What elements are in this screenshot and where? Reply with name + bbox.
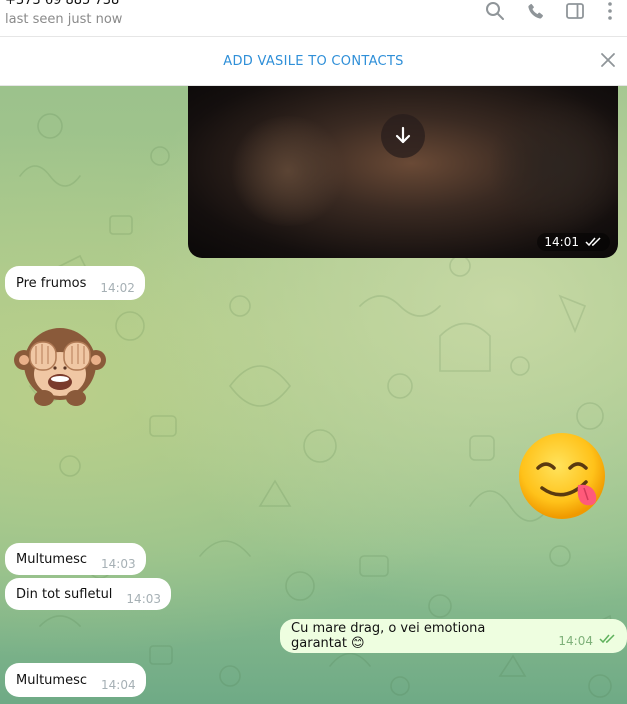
message-time: 14:03 [101,557,136,571]
media-time: 14:01 [544,235,579,249]
double-check-icon [599,633,617,649]
message-time: 14:03 [126,592,162,606]
more-vertical-icon[interactable] [599,0,621,22]
contact-status: last seen just now [5,12,123,27]
double-check-icon [585,237,601,247]
message-time: 14:02 [100,281,135,295]
media-blur [228,116,348,226]
message-text: Din tot sufletul [16,586,113,602]
message-bubble-in[interactable]: Multumesc 14:04 [5,663,146,697]
face-savoring-food-sticker[interactable] [518,430,610,526]
see-no-evil-monkey-sticker[interactable] [14,316,106,412]
message-text: Multumesc [16,551,87,567]
message-text: Cu mare drag, o vei emotiona garantat 😊 [291,621,486,651]
message-bubble-in[interactable]: Pre frumos 14:02 [5,266,145,300]
add-contact-bar: ADD VASILE TO CONTACTS [0,37,627,86]
message-time: 14:04 [101,678,136,692]
message-bubble-in[interactable]: Multumesc 14:03 [5,543,146,575]
arrow-down-icon [395,126,411,144]
message-bubble-in[interactable]: Din tot sufletul 14:03 [5,578,172,610]
close-icon[interactable] [599,51,617,69]
chat-header: +373 69 885 738 last seen just now [0,0,627,37]
chat-area[interactable]: 14:01 Pre frumos 14:02 Multumesc 14:03 D… [0,86,627,704]
message-text: Pre frumos [16,275,87,291]
contact-name[interactable]: +373 69 885 738 [5,0,119,8]
media-timestamp: 14:01 [537,233,610,251]
media-blur [488,96,618,236]
search-icon[interactable] [484,0,506,22]
message-time: 14:04 [558,634,593,648]
message-bubble-out[interactable]: Cu mare drag, o vei emotiona garantat 😊 … [280,619,627,653]
sidebar-toggle-icon[interactable] [564,0,586,22]
message-text: Multumesc [16,672,87,688]
add-to-contacts-button[interactable]: ADD VASILE TO CONTACTS [223,54,403,69]
phone-icon[interactable] [525,0,547,22]
media-message[interactable]: 14:01 [188,86,618,258]
download-button[interactable] [381,114,425,158]
